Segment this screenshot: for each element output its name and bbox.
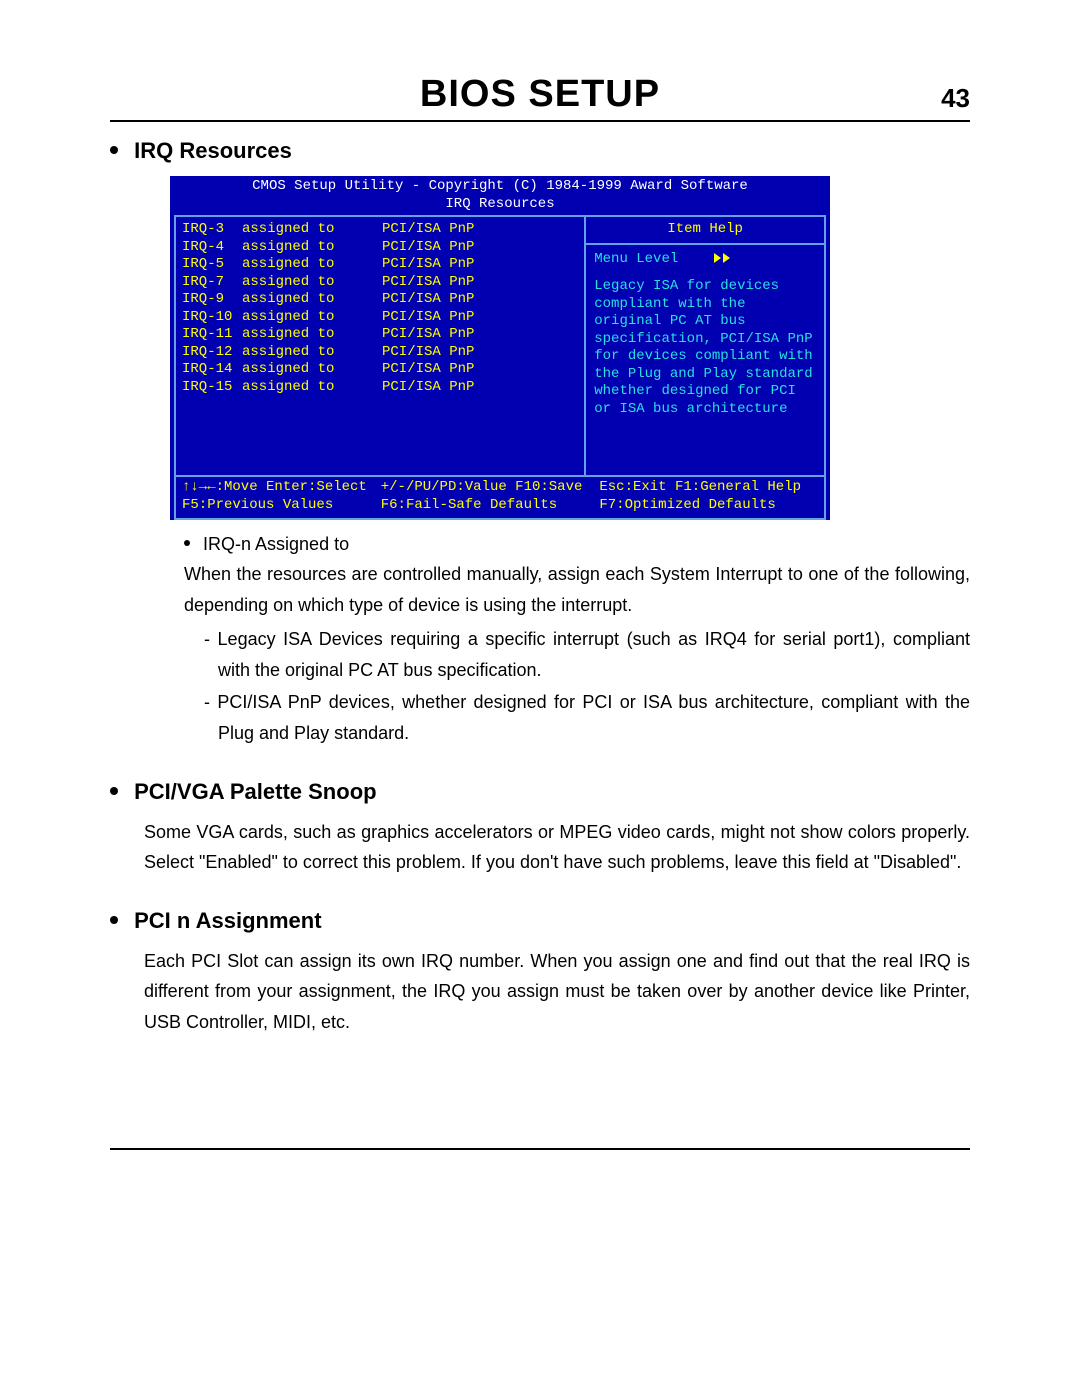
bios-irq-name: IRQ-10 — [182, 309, 242, 327]
bios-assigned-label: assigned to — [242, 274, 382, 292]
bios-row: IRQ-4assigned toPCI/ISA PnP — [182, 239, 578, 257]
irq-sub-paragraph: When the resources are controlled manual… — [184, 559, 970, 620]
section-pci-vga-title: PCI/VGA Palette Snoop — [110, 779, 970, 805]
bios-footer-col2: +/-/PU/PD:Value F10:Save F6:Fail-Safe De… — [381, 479, 600, 514]
page-title: BIOS SETUP — [420, 73, 660, 116]
section-pci-vga: PCI/VGA Palette Snoop Some VGA cards, su… — [110, 779, 970, 878]
bios-assigned-label: assigned to — [242, 309, 382, 327]
bios-irq-name: IRQ-11 — [182, 326, 242, 344]
bios-help-text: Legacy ISA for devices compliant with th… — [594, 278, 816, 418]
bios-panel: CMOS Setup Utility - Copyright (C) 1984-… — [170, 176, 830, 520]
bullet-icon — [110, 787, 118, 795]
bios-footer: ↑↓→←:Move Enter:Select F5:Previous Value… — [174, 477, 826, 520]
bullet-icon — [110, 916, 118, 924]
bios-irq-value: PCI/ISA PnP — [382, 379, 578, 397]
bios-row: IRQ-15assigned toPCI/ISA PnP — [182, 379, 578, 397]
section-pci-n: PCI n Assignment Each PCI Slot can assig… — [110, 908, 970, 1038]
dash-item: - PCI/ISA PnP devices, whether designed … — [204, 687, 970, 748]
bios-irq-name: IRQ-5 — [182, 256, 242, 274]
bios-irq-name: IRQ-14 — [182, 361, 242, 379]
bios-help-pane: Item Help Menu Level Legacy ISA for devi… — [584, 217, 824, 475]
bios-irq-value: PCI/ISA PnP — [382, 361, 578, 379]
bios-assigned-label: assigned to — [242, 361, 382, 379]
bios-irq-value: PCI/ISA PnP — [382, 291, 578, 309]
page-number: 43 — [941, 83, 970, 114]
bios-menu-level-label: Menu Level — [594, 251, 678, 267]
bios-body: IRQ-3assigned toPCI/ISA PnP IRQ-4assigne… — [174, 215, 826, 477]
section-pci-n-title: PCI n Assignment — [110, 908, 970, 934]
bios-footer-hint: +/-/PU/PD:Value F10:Save — [381, 479, 600, 497]
bios-irq-name: IRQ-15 — [182, 379, 242, 397]
bios-footer-hint: Esc:Exit F1:General Help — [599, 479, 818, 497]
bios-title-line2: IRQ Resources — [170, 196, 830, 216]
bios-assigned-label: assigned to — [242, 326, 382, 344]
section-irq-resources-title: IRQ Resources — [110, 138, 970, 164]
pci-n-paragraph: Each PCI Slot can assign its own IRQ num… — [144, 946, 970, 1038]
pci-vga-paragraph: Some VGA cards, such as graphics acceler… — [144, 817, 970, 878]
bios-row: IRQ-7assigned toPCI/ISA PnP — [182, 274, 578, 292]
triangle-right-icon — [723, 253, 730, 263]
bios-row: IRQ-14assigned toPCI/ISA PnP — [182, 361, 578, 379]
dash-item: - Legacy ISA Devices requiring a specifi… — [204, 624, 970, 685]
section-irq-resources-label: IRQ Resources — [134, 138, 292, 163]
bios-irq-name: IRQ-7 — [182, 274, 242, 292]
bios-irq-value: PCI/ISA PnP — [382, 344, 578, 362]
triangle-right-icon — [714, 253, 721, 263]
bios-irq-value: PCI/ISA PnP — [382, 274, 578, 292]
bios-assigned-label: assigned to — [242, 221, 382, 239]
footer-rule — [110, 1148, 970, 1150]
bios-irq-value: PCI/ISA PnP — [382, 239, 578, 257]
bios-title-line1: CMOS Setup Utility - Copyright (C) 1984-… — [170, 176, 830, 196]
bios-irq-value: PCI/ISA PnP — [382, 221, 578, 239]
page: BIOS SETUP 43 IRQ Resources CMOS Setup U… — [110, 0, 970, 1210]
bios-assigned-label: assigned to — [242, 344, 382, 362]
bullet-icon — [184, 540, 190, 546]
bios-irq-value: PCI/ISA PnP — [382, 256, 578, 274]
bios-footer-hint: ↑↓→←:Move Enter:Select — [182, 479, 381, 497]
bios-footer-hint: F7:Optimized Defaults — [599, 497, 818, 515]
bios-row: IRQ-10assigned toPCI/ISA PnP — [182, 309, 578, 327]
bios-footer-col1: ↑↓→←:Move Enter:Select F5:Previous Value… — [182, 479, 381, 514]
bios-irq-value: PCI/ISA PnP — [382, 326, 578, 344]
bios-assigned-label: assigned to — [242, 379, 382, 397]
bios-row: IRQ-3assigned toPCI/ISA PnP — [182, 221, 578, 239]
subbullet-irq-assigned: IRQ-n Assigned to — [184, 534, 970, 555]
bios-help-title: Item Help — [586, 217, 824, 245]
bios-footer-hint: F6:Fail-Safe Defaults — [381, 497, 600, 515]
bios-footer-hint: F5:Previous Values — [182, 497, 381, 515]
subbullet-label: IRQ-n Assigned to — [203, 534, 349, 554]
section-pci-n-label: PCI n Assignment — [134, 908, 321, 933]
bios-irq-name: IRQ-12 — [182, 344, 242, 362]
irq-subsection: IRQ-n Assigned to When the resources are… — [144, 534, 970, 749]
page-header: BIOS SETUP 43 — [110, 60, 970, 122]
irq-dash-list: - Legacy ISA Devices requiring a specifi… — [204, 624, 970, 748]
bios-row: IRQ-5assigned toPCI/ISA PnP — [182, 256, 578, 274]
bios-irq-value: PCI/ISA PnP — [382, 309, 578, 327]
spacer — [594, 268, 816, 278]
bios-row: IRQ-12assigned toPCI/ISA PnP — [182, 344, 578, 362]
bios-row: IRQ-9assigned toPCI/ISA PnP — [182, 291, 578, 309]
bios-irq-name: IRQ-9 — [182, 291, 242, 309]
bios-assigned-label: assigned to — [242, 291, 382, 309]
bullet-icon — [110, 146, 118, 154]
bios-help-body: Menu Level Legacy ISA for devices compli… — [586, 245, 824, 476]
bios-footer-col3: Esc:Exit F1:General Help F7:Optimized De… — [599, 479, 818, 514]
bios-left-pane: IRQ-3assigned toPCI/ISA PnP IRQ-4assigne… — [176, 217, 584, 475]
bios-assigned-label: assigned to — [242, 256, 382, 274]
bios-irq-name: IRQ-4 — [182, 239, 242, 257]
bios-row: IRQ-11assigned toPCI/ISA PnP — [182, 326, 578, 344]
bios-irq-name: IRQ-3 — [182, 221, 242, 239]
bios-assigned-label: assigned to — [242, 239, 382, 257]
bios-menu-level: Menu Level — [594, 251, 816, 269]
section-pci-vga-label: PCI/VGA Palette Snoop — [134, 779, 376, 804]
